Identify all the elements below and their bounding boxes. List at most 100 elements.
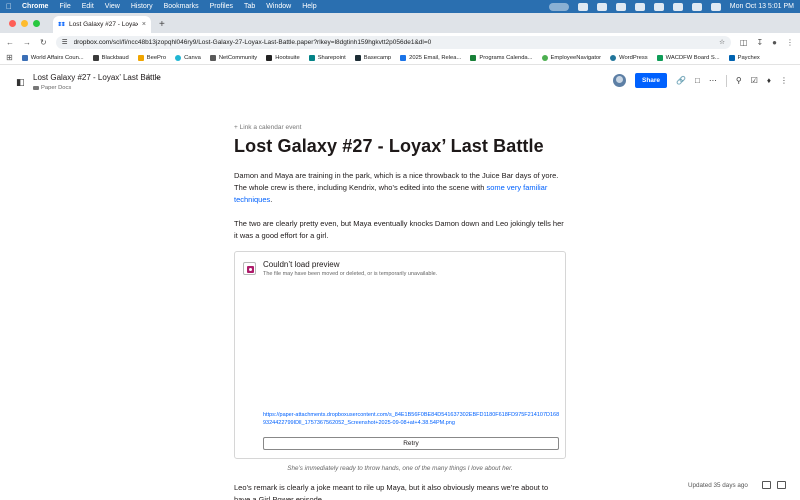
checklist-icon[interactable]: ☑ <box>751 76 758 85</box>
new-tab-button[interactable]: + <box>151 19 173 33</box>
apps-grid-icon[interactable]: ⊞ <box>6 53 13 62</box>
bookmark-favicon-icon <box>175 54 182 61</box>
wifi-icon[interactable] <box>672 2 683 11</box>
paragraph-text: . <box>270 194 273 204</box>
menu-bar-clock[interactable]: Mon Oct 13 5:01 PM <box>730 3 794 10</box>
bookmark-item[interactable]: WACDFW Board S... <box>656 54 720 61</box>
battery-icon[interactable] <box>615 2 626 11</box>
bookmark-item[interactable]: Blackbaud <box>92 54 129 61</box>
embed-attachment-link[interactable]: https://paper-attachments.dropboxusercon… <box>263 412 561 428</box>
bluetooth-icon[interactable] <box>653 2 664 11</box>
menu-edit[interactable]: Edit <box>82 3 94 10</box>
chrome-menu-icon[interactable]: ⋮ <box>786 38 794 47</box>
avatar[interactable] <box>612 74 626 87</box>
dollar-icon[interactable] <box>634 2 645 11</box>
bookmark-favicon-icon <box>266 54 273 61</box>
bookmark-item[interactable]: NetCommunity <box>209 54 258 61</box>
bookmark-item[interactable]: Hootsuite <box>266 54 300 61</box>
doc-title[interactable]: Lost Galaxy #27 - Loyax’ Last Battle <box>234 136 566 157</box>
menu-bookmarks[interactable]: Bookmarks <box>164 3 199 10</box>
bookmark-star-icon[interactable]: ☆ <box>719 38 725 46</box>
doc-paragraph[interactable]: The two are clearly pretty even, but May… <box>234 218 566 242</box>
bookmark-item[interactable]: 2025 Email, Relea... <box>400 54 461 61</box>
site-settings-icon[interactable]: ☰ <box>62 38 68 46</box>
bookmark-favicon-icon <box>400 54 407 61</box>
more-options-icon[interactable]: ⋯ <box>709 76 717 85</box>
bookmark-favicon-icon <box>209 54 216 61</box>
menu-tab[interactable]: Tab <box>244 3 255 10</box>
menu-app-name[interactable]: Chrome <box>22 3 48 10</box>
extensions-icon[interactable]: ◫ <box>740 38 748 47</box>
search-icon[interactable] <box>691 2 702 11</box>
tray-app-icon[interactable] <box>596 2 607 11</box>
overflow-menu-icon[interactable]: ⋮ <box>780 76 788 85</box>
bookmark-item[interactable]: Canva <box>175 54 201 61</box>
bookmark-item[interactable]: Basecamp <box>354 54 391 61</box>
bookmark-item[interactable]: BeePro <box>137 54 167 61</box>
menu-history[interactable]: History <box>131 3 153 10</box>
embed-error-title: Couldn’t load preview <box>263 259 340 269</box>
menu-profiles[interactable]: Profiles <box>210 3 233 10</box>
tray-app-icon[interactable] <box>577 2 588 11</box>
apple-menu-icon[interactable]:  <box>6 2 12 11</box>
doc-folder-breadcrumb[interactable]: Paper Docs <box>33 85 71 91</box>
header-divider <box>725 74 727 87</box>
share-button[interactable]: Share <box>634 73 668 88</box>
retry-button[interactable]: Retry <box>263 436 559 450</box>
address-url[interactable]: dropbox.com/scl/fi/ncc48b13jzopqhl046ry9… <box>74 39 714 46</box>
search-icon[interactable]: ⚲ <box>736 76 742 85</box>
bookmark-item[interactable]: Paychex <box>728 54 760 61</box>
bookmark-favicon-icon <box>610 54 617 61</box>
favorite-star-icon[interactable]: ☆ ⌄ <box>145 72 161 81</box>
doc-body: + Link a calendar event Lost Galaxy #27 … <box>234 124 566 500</box>
help-icon[interactable] <box>777 481 786 489</box>
address-bar[interactable]: ☰ dropbox.com/scl/fi/ncc48b13jzopqhl046r… <box>55 35 731 49</box>
menu-view[interactable]: View <box>105 3 120 10</box>
bookmark-item[interactable]: WordPress <box>610 54 648 61</box>
doc-paragraph[interactable]: Leo’s remark is clearly a joke meant to … <box>234 482 566 500</box>
bookmark-favicon-icon <box>354 54 361 61</box>
last-updated-status: Updated 35 days ago <box>688 482 748 489</box>
copy-link-icon[interactable]: 🔗 <box>676 76 686 85</box>
menu-window[interactable]: Window <box>266 3 291 10</box>
menu-bar-tray: Mon Oct 13 5:01 PM <box>548 2 794 11</box>
image-caption[interactable]: She’s immediately ready to throw hands, … <box>234 465 566 472</box>
downloads-icon[interactable]: ↧ <box>756 38 763 47</box>
bookmark-label: World Affairs Coun... <box>30 54 84 61</box>
keyboard-shortcuts-icon[interactable] <box>762 481 771 489</box>
forward-arrow-icon[interactable]: → <box>23 38 31 47</box>
zoom-window-button[interactable] <box>33 20 40 27</box>
tab-title: Lost Galaxy #27 - Loyax' Last <box>69 21 138 28</box>
notifications-bell-icon[interactable]: ♦ <box>767 76 771 85</box>
window-controls <box>0 20 49 33</box>
doc-paragraph[interactable]: Damon and Maya are training in the park,… <box>234 170 566 205</box>
menu-help[interactable]: Help <box>302 3 316 10</box>
menu-file[interactable]: File <box>59 3 70 10</box>
link-calendar-event[interactable]: + Link a calendar event <box>234 124 566 131</box>
url-path: /scl/fi/ncc48b13jzopqhl046ry9/Lost-Galax… <box>111 38 432 46</box>
bookmark-item[interactable]: Sharepoint <box>308 54 346 61</box>
reload-icon[interactable]: ↻ <box>40 38 47 47</box>
bookmark-label: Canva <box>184 54 201 61</box>
back-arrow-icon[interactable]: ← <box>6 38 14 47</box>
comment-icon[interactable]: □ <box>695 76 700 85</box>
minimize-window-button[interactable] <box>21 20 28 27</box>
bookmark-label: NetCommunity <box>218 54 258 61</box>
sidebar-toggle-icon[interactable]: ◧ <box>16 77 25 88</box>
browser-tab-active[interactable]: Lost Galaxy #27 - Loyax' Last × <box>53 16 151 33</box>
bookmark-item[interactable]: Programs Calenda... <box>470 54 533 61</box>
control-center-icon[interactable] <box>710 2 721 11</box>
bookmark-favicon-icon <box>728 54 735 61</box>
close-window-button[interactable] <box>9 20 16 27</box>
browser-toolbar: ← → ↻ ☰ dropbox.com/scl/fi/ncc48b13jzopq… <box>0 33 800 51</box>
tab-close-icon[interactable]: × <box>142 21 146 28</box>
bookmark-item[interactable]: World Affairs Coun... <box>21 54 84 61</box>
bookmark-item[interactable]: EmployeeNavigator <box>541 54 601 61</box>
header-doc-title[interactable]: Lost Galaxy #27 - Loyax’ Last Battle <box>33 73 161 82</box>
profile-icon[interactable]: ● <box>772 38 777 47</box>
bookmark-label: WACDFW Board S... <box>665 54 720 61</box>
focus-status-icon[interactable] <box>548 2 569 11</box>
bookmark-favicon-icon <box>21 54 28 61</box>
bookmark-label: Programs Calenda... <box>479 54 533 61</box>
bookmark-label: BeePro <box>146 54 167 61</box>
